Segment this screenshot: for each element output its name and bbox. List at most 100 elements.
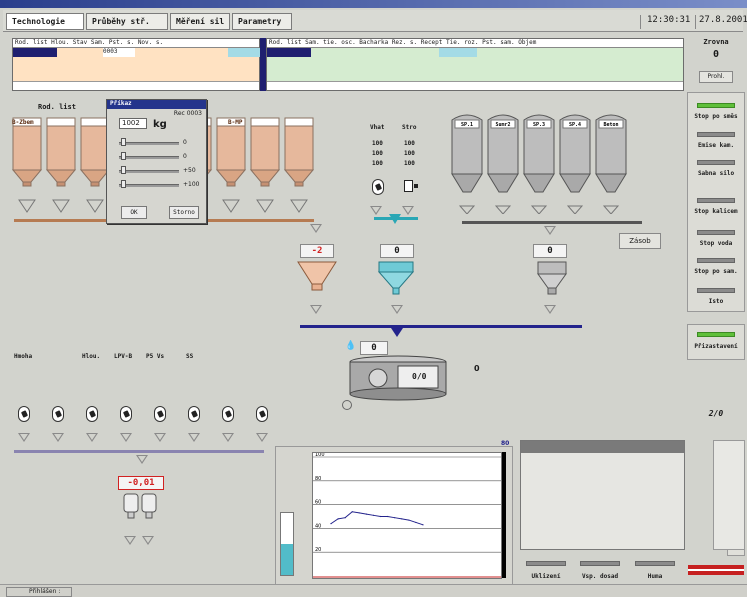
scale-value: 0: [183, 153, 187, 160]
status-label: Stop po směs: [694, 113, 738, 120]
data-point: [379, 515, 382, 518]
silo-icon[interactable]: Beton: [595, 114, 627, 214]
outlet-icon: [154, 433, 166, 442]
additive-pump-icon[interactable]: [120, 406, 132, 422]
drop-icon: 💧: [345, 341, 357, 351]
scale-value: +50: [183, 167, 196, 174]
silo-name: B-MP: [228, 119, 243, 126]
slider-track[interactable]: [119, 170, 179, 173]
table-row-selected[interactable]: [267, 48, 311, 57]
table-cell: 0003: [103, 48, 135, 57]
quantity-input[interactable]: 1002: [119, 118, 147, 129]
tab-prubehy[interactable]: Průběhy stř.: [86, 13, 168, 30]
silo-icon[interactable]: SP.3: [523, 114, 555, 214]
data-point: [358, 512, 360, 514]
outlet-icon: [494, 205, 512, 214]
slider-thumb[interactable]: [121, 180, 126, 188]
slider-thumb[interactable]: [121, 166, 126, 174]
tab-technologie[interactable]: Technologie: [6, 13, 84, 30]
silo-name: SP.1: [461, 122, 473, 128]
level-bar: [280, 512, 294, 576]
outlet-icon: [18, 199, 36, 213]
huma-button[interactable]: Huma: [629, 573, 681, 580]
mixer-motor-icon: [342, 400, 352, 410]
silo-icon[interactable]: SP.1: [451, 114, 483, 214]
tab-mereni-sil[interactable]: Měření sil: [170, 13, 230, 30]
dosing-button[interactable]: Vsp. dosad: [574, 573, 626, 580]
outlet-icon: [86, 433, 98, 442]
outlet-icon: [52, 433, 64, 442]
silo-icon[interactable]: [249, 117, 281, 213]
log-scroll[interactable]: [713, 440, 745, 550]
stock-button[interactable]: Zásob: [619, 233, 661, 249]
slider-thumb[interactable]: [121, 138, 126, 146]
slider-track[interactable]: [119, 156, 179, 159]
outlet-icon: [602, 205, 620, 214]
status-bar: Přihlášen :: [0, 584, 747, 597]
silo-icon[interactable]: [79, 117, 111, 213]
water-pump-icon[interactable]: [372, 179, 384, 195]
mid-value: 100: [404, 150, 415, 157]
additive-pump-icon[interactable]: [86, 406, 98, 422]
data-point: [351, 511, 353, 513]
silo-name: B-Zbem: [12, 119, 34, 126]
level-bar-fill: [281, 544, 293, 575]
additive-pump-icon[interactable]: [188, 406, 200, 422]
main-collector: [300, 325, 582, 328]
divider: [695, 15, 696, 29]
silos-title: Rod. list: [38, 103, 76, 111]
production-table[interactable]: Rod. list Sam. tie. osc. Bacharka Rez. s…: [266, 38, 684, 91]
table-row-selected[interactable]: [13, 48, 57, 57]
browse-button[interactable]: Prohl.: [699, 71, 733, 83]
additive-pump-icon[interactable]: [256, 406, 268, 422]
silo-icon[interactable]: [283, 117, 315, 213]
outlet-icon: [136, 455, 148, 464]
binder-hopper-icon: [537, 261, 567, 295]
silo-name: SP.3: [533, 122, 545, 128]
silo-icon[interactable]: Sumr2: [487, 114, 519, 214]
dosing-dialog[interactable]: Příkaz Rec 0003 1002 kg 0 0 +50 +100 OK …: [106, 99, 207, 224]
status-label: Stop po sam.: [694, 268, 738, 275]
tick-label: 100: [315, 452, 325, 458]
additive-label: LPV-B: [114, 353, 133, 360]
divider: [640, 15, 641, 29]
ok-button[interactable]: OK: [121, 206, 147, 219]
additive-value: -0,01: [118, 476, 164, 490]
recipe-table[interactable]: Rod. list Hlou. Stav Sam. Pst. s. Nov. s…: [12, 38, 260, 91]
cancel-button[interactable]: Storno: [169, 206, 199, 219]
silo-name: SP.4: [569, 122, 581, 128]
silo-icon[interactable]: SP.4: [559, 114, 591, 214]
mixer-water: 0: [360, 341, 388, 355]
tick-label: 80: [315, 476, 321, 482]
mixer-icon[interactable]: [346, 354, 450, 402]
additive-pump-icon[interactable]: [222, 406, 234, 422]
outlet-icon: [124, 536, 136, 545]
col-header: Stro: [402, 124, 417, 131]
additive-pump-icon[interactable]: [154, 406, 166, 422]
outlet-icon: [222, 199, 240, 213]
status-indicator: [697, 258, 735, 263]
binder-value: 0: [533, 244, 567, 258]
data-point: [372, 514, 375, 516]
silo-icon[interactable]: [11, 117, 43, 213]
silo-icon[interactable]: [215, 117, 247, 213]
tab-parametry[interactable]: Parametry: [232, 13, 292, 30]
slider-track[interactable]: [119, 184, 179, 187]
slider-track[interactable]: [119, 142, 179, 145]
recipe-table-scrollbar[interactable]: [13, 81, 259, 90]
valve-icon[interactable]: [404, 180, 413, 192]
unit-label: kg: [153, 119, 167, 130]
data-point: [422, 524, 424, 526]
additive-pump-icon[interactable]: [18, 406, 30, 422]
slider-thumb[interactable]: [121, 152, 126, 160]
status-indicator: [697, 230, 735, 235]
clean-button[interactable]: Uklizení: [520, 573, 572, 580]
tab-bar: Technologie Průběhy stř. Měření sil Para…: [3, 10, 747, 32]
status-indicator: [697, 160, 735, 165]
production-table-scrollbar[interactable]: [267, 81, 683, 90]
outlet-icon: [391, 305, 403, 314]
silo-icon[interactable]: [45, 117, 77, 213]
outlet-icon: [290, 199, 308, 213]
additive-pump-icon[interactable]: [52, 406, 64, 422]
log-header: [521, 441, 684, 453]
